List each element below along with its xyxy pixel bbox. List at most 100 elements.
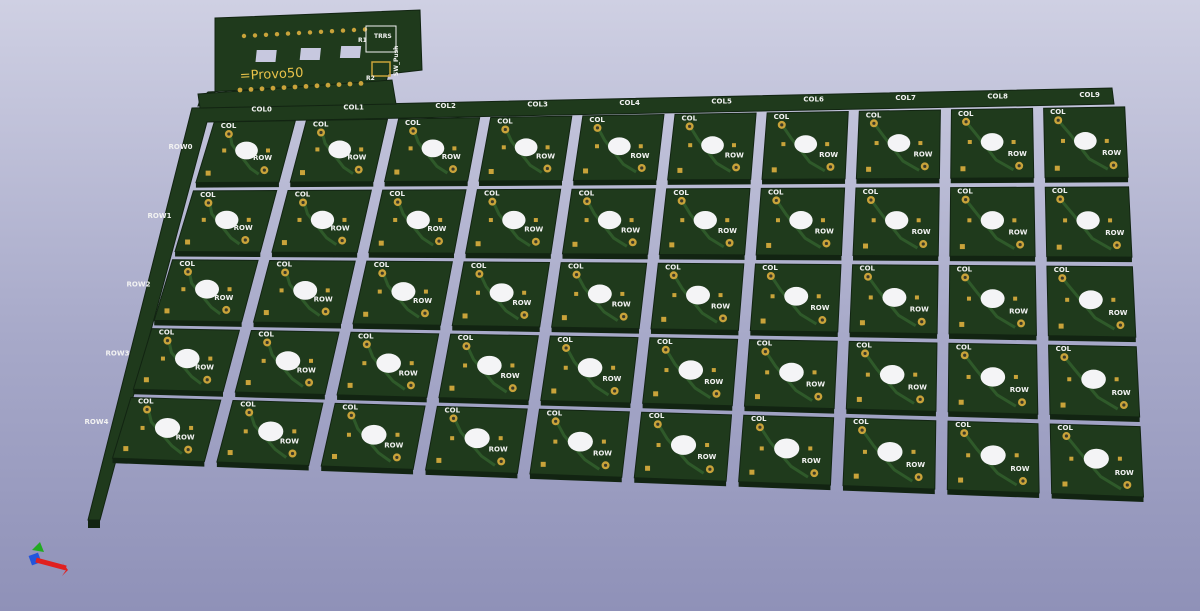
key-switch: [465, 188, 562, 259]
switch-hole: [1076, 211, 1100, 230]
key-row-label: ROW: [711, 302, 730, 310]
row-pad-hole: [1020, 400, 1024, 404]
via-pad: [533, 218, 538, 223]
key-row-label: ROW: [704, 378, 723, 386]
via-pad: [966, 374, 971, 379]
switch-hole: [391, 282, 416, 301]
col-pad-hole: [866, 275, 870, 279]
col-pad-hole: [1064, 434, 1068, 438]
via-pad: [672, 293, 677, 298]
switch-hole: [980, 133, 1004, 151]
via-pad: [498, 436, 503, 441]
switch-hole: [489, 283, 514, 303]
via-pad: [261, 358, 266, 363]
header-pad: [285, 31, 291, 36]
key-col-label: COL: [774, 113, 790, 121]
header-pad: [263, 32, 269, 37]
via-pad: [1104, 138, 1109, 143]
column-header-label: COL7: [895, 94, 916, 102]
key-col-label: COL: [955, 421, 971, 429]
diode-pad: [488, 168, 494, 174]
diode-pad: [959, 321, 965, 327]
diode-pad: [853, 473, 859, 479]
key-col-label: COL: [445, 406, 461, 414]
col-pad-hole: [145, 407, 149, 412]
via-pad: [820, 218, 825, 223]
via-pad: [680, 218, 685, 223]
switch-hole: [514, 138, 538, 157]
pcb-3d-viewport[interactable]: =Provo50 TRRS SW_Push R1 R2 COL ROW COL ROW COL RO…: [0, 0, 1200, 611]
col-pad-hole: [656, 422, 660, 426]
switch-hole: [597, 210, 622, 230]
row-pad-hole: [522, 313, 526, 317]
key-switch: [642, 337, 739, 411]
key-row-label: ROW: [399, 369, 418, 377]
via-pad: [611, 365, 616, 370]
diode-pad: [653, 391, 659, 397]
col-pad-hole: [872, 121, 876, 125]
key-col-label: COL: [221, 122, 237, 130]
row-pad-hole: [734, 165, 738, 170]
via-pad: [816, 294, 821, 299]
via-pad: [731, 143, 736, 148]
via-pad: [475, 290, 480, 295]
via-pad: [522, 290, 527, 295]
key-col-label: COL: [358, 332, 374, 340]
col-pad-hole: [247, 410, 251, 415]
col-pad-hole: [319, 130, 323, 135]
diode-pad: [749, 469, 755, 475]
key-col-label: COL: [484, 190, 500, 198]
row-pad-hole: [1111, 163, 1116, 167]
key-row-label: ROW: [384, 441, 403, 449]
via-pad: [759, 446, 764, 451]
diode-pad: [164, 308, 170, 314]
via-pad: [775, 218, 780, 223]
row-pad-hole: [613, 389, 617, 393]
via-pad: [409, 361, 414, 366]
via-pad: [1012, 218, 1017, 223]
key-switch: [320, 402, 426, 475]
via-pad: [967, 139, 972, 144]
key-col-label: COL: [768, 188, 784, 196]
via-pad: [770, 294, 775, 299]
key-row-label: ROW: [912, 228, 931, 236]
switch-hole: [877, 441, 903, 462]
key-switch: [738, 414, 835, 491]
key-switch: [1046, 265, 1137, 343]
key-col-label: COL: [579, 189, 595, 197]
controller-cutout: [339, 46, 362, 58]
via-pad: [510, 363, 515, 368]
row-pad-hole: [622, 315, 626, 319]
via-pad: [664, 368, 669, 373]
diode-pad: [332, 453, 338, 459]
via-pad: [966, 296, 971, 301]
key-switch: [132, 328, 241, 397]
switch-hole: [887, 134, 911, 152]
diode-pad: [958, 399, 964, 405]
row-pad-hole: [1019, 321, 1023, 326]
col-pad-hole: [503, 127, 507, 132]
via-pad: [656, 443, 661, 448]
controller-cutout: [299, 48, 321, 60]
row-pad-hole: [1021, 479, 1025, 483]
key-row-label: ROW: [806, 381, 825, 389]
diode-pad: [540, 461, 546, 467]
diode-pad: [143, 377, 149, 383]
row-pad-hole: [423, 311, 427, 315]
row-pad-hole: [340, 238, 344, 243]
key-col-label: COL: [863, 188, 879, 196]
key-row-label: ROW: [630, 152, 649, 160]
row-pad-hole: [721, 316, 725, 320]
col-pad-hole: [380, 271, 384, 275]
xyz-axis-gizmo-icon[interactable]: [22, 540, 82, 580]
col-pad-hole: [564, 346, 568, 350]
diode-pad: [475, 241, 481, 247]
diode-pad: [771, 167, 777, 173]
row-pad-hole: [923, 164, 927, 168]
key-switch: [749, 263, 842, 338]
row-pad-hole: [631, 240, 635, 244]
key-col-label: COL: [277, 260, 293, 268]
header-pad: [303, 84, 309, 89]
key-col-label: COL: [547, 409, 563, 417]
diode-pad: [958, 477, 964, 483]
